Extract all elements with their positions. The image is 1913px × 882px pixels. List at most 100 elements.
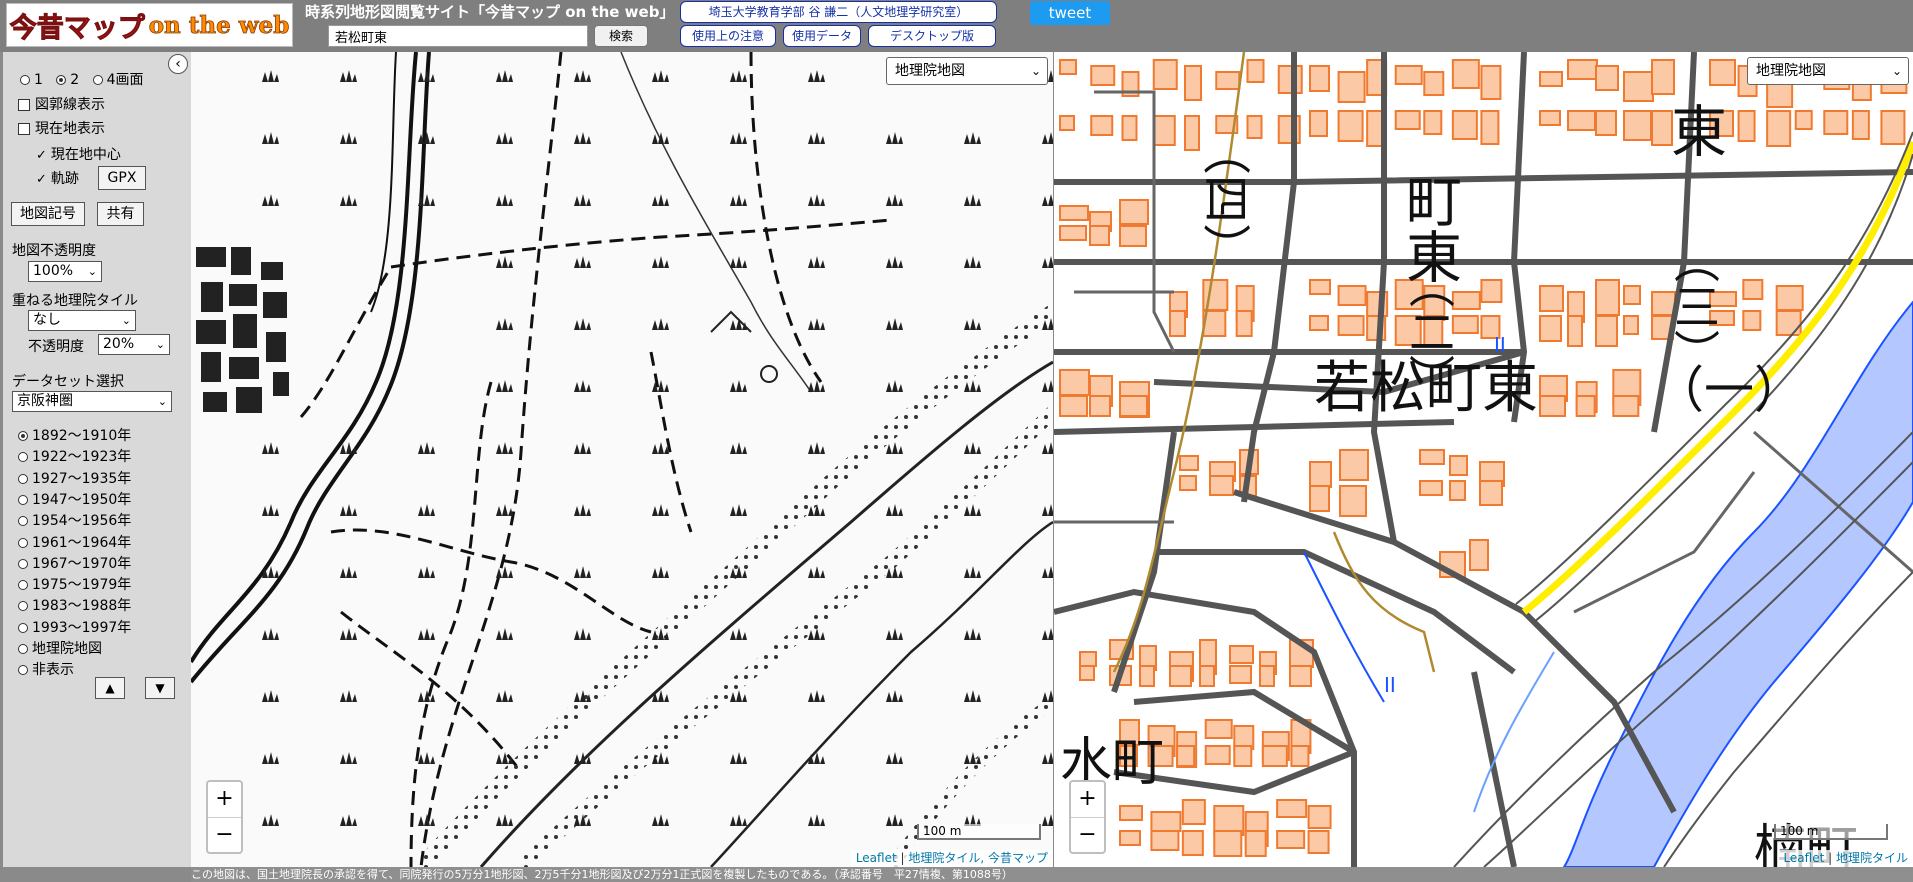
period-option[interactable]: 非表示: [18, 659, 74, 679]
field-tuft-icon: [652, 504, 669, 516]
location-center-toggle[interactable]: ✓ 現在地中心: [36, 144, 121, 164]
period-option[interactable]: 1922～1923年: [18, 446, 131, 466]
old-topographic-map[interactable]: [191, 52, 1053, 867]
building-shape: [1612, 395, 1640, 417]
screen-1-option[interactable]: 1: [20, 72, 43, 88]
show-grid-toggle[interactable]: 図郭線表示: [18, 94, 105, 114]
field-tuft-icon: [1042, 256, 1053, 268]
radio-icon: [18, 537, 28, 548]
field-tuft-icon: [262, 628, 279, 640]
building-shape: [1469, 539, 1489, 571]
field-tuft-icon: [886, 380, 903, 392]
period-label: 1993～1997年: [32, 619, 132, 636]
show-location-toggle[interactable]: 現在地表示: [18, 118, 105, 138]
building-shape: [1119, 395, 1148, 417]
field-tuft-icon: [808, 318, 825, 330]
field-tuft-icon: [496, 70, 513, 82]
period-option[interactable]: 1993～1997年: [18, 617, 131, 637]
dataset-label: データセット選択: [12, 374, 124, 390]
building-shape: [1651, 59, 1675, 95]
leaflet-link[interactable]: Leaflet: [856, 851, 897, 865]
period-option[interactable]: 1954～1956年: [18, 510, 131, 530]
building-shape: [1119, 225, 1147, 247]
tile-credit-link[interactable]: 地理院タイル: [1836, 851, 1908, 865]
overlay-tile-select[interactable]: なし ⌄: [28, 310, 136, 331]
field-tuft-icon: [886, 318, 903, 330]
building-shape: [1419, 480, 1443, 496]
desktop-version-button[interactable]: デスクトップ版: [868, 25, 996, 47]
building-shape: [1775, 310, 1802, 336]
radio-icon: [18, 644, 28, 654]
overlay-opacity-select[interactable]: 20% ⌄: [98, 334, 170, 355]
period-option[interactable]: 1947～1950年: [18, 489, 131, 509]
old-map-pane[interactable]: 地理院地図 ⌄ + − 100 m Leaflet | 地理院タイル, 今昔マップ: [191, 52, 1053, 867]
field-tuft-icon: [574, 256, 591, 268]
field-tuft-icon: [886, 504, 903, 516]
left-zoom-in-button[interactable]: +: [208, 782, 241, 818]
building-shape: [1179, 475, 1197, 491]
modern-map[interactable]: 若松町東 （四） 町東 （二） 東 （三） （一） 水町 楠町 II II: [1054, 52, 1913, 867]
right-zoom-in-button[interactable]: +: [1071, 782, 1104, 818]
radio-selected-icon: [56, 75, 67, 85]
period-label: 非表示: [32, 662, 74, 679]
screen-2-option[interactable]: 2: [56, 72, 79, 88]
period-option[interactable]: 地理院地図: [18, 638, 102, 658]
tweet-button[interactable]: tweet: [1030, 1, 1110, 25]
building-shape: [1775, 285, 1804, 311]
period-option[interactable]: 1892～1910年: [18, 425, 131, 445]
dataset-select[interactable]: 京阪神圏 ⌄: [12, 391, 172, 412]
move-up-button[interactable]: ▲: [95, 677, 125, 699]
period-label: 1983～1988年: [32, 598, 132, 615]
radio-icon: [18, 580, 28, 591]
right-zoom-out-button[interactable]: −: [1071, 818, 1104, 853]
building-shape: [1246, 59, 1265, 83]
building-shape: [1089, 225, 1110, 246]
right-layer-select[interactable]: 地理院地図 ⌄: [1747, 57, 1909, 85]
field-tuft-icon: [964, 442, 981, 454]
share-button[interactable]: 共有: [97, 202, 144, 226]
leaflet-link[interactable]: Leaflet: [1783, 851, 1824, 865]
period-option[interactable]: 1975～1979年: [18, 574, 131, 594]
field-tuft-icon: [496, 752, 513, 764]
track-toggle[interactable]: ✓ 軌跡: [36, 168, 79, 188]
radio-icon: [18, 601, 28, 612]
map-symbols-button[interactable]: 地図記号: [11, 202, 85, 226]
left-zoom-out-button[interactable]: −: [208, 818, 241, 853]
building-shape: [1449, 455, 1468, 476]
field-tuft-icon: [418, 132, 435, 144]
field-tuft-icon: [418, 442, 435, 454]
field-tuft-icon: [808, 380, 825, 392]
search-button[interactable]: 検索: [594, 25, 648, 47]
label-area-1: （一）: [1654, 361, 1804, 419]
period-option[interactable]: 1961～1964年: [18, 532, 131, 552]
credit-link[interactable]: 埼玉大学教育学部 谷 謙二（人文地理学研究室）: [680, 1, 997, 23]
building-shape: [1337, 315, 1365, 336]
field-tuft-icon: [964, 628, 981, 640]
field-tuft-icon: [574, 566, 591, 578]
period-option[interactable]: 1967～1970年: [18, 553, 131, 573]
opacity-select[interactable]: 100% ⌄: [28, 261, 102, 282]
building-shape: [1229, 645, 1254, 664]
left-layer-select[interactable]: 地理院地図 ⌄: [886, 57, 1048, 85]
field-symbols: [262, 70, 1053, 826]
tile-credit-link[interactable]: 地理院タイル, 今昔マップ: [908, 851, 1048, 865]
building-shape: [1479, 480, 1503, 506]
gpx-button[interactable]: GPX: [98, 166, 146, 190]
field-tuft-icon: [1042, 132, 1053, 144]
field-tuft-icon: [808, 752, 825, 764]
search-input[interactable]: [328, 25, 588, 47]
left-scale-bar: 100 m: [917, 824, 1041, 840]
screen-4-option[interactable]: 4画面: [92, 72, 143, 88]
field-tuft-icon: [730, 752, 747, 764]
modern-map-pane[interactable]: 若松町東 （四） 町東 （二） 東 （三） （一） 水町 楠町 II II 地理…: [1054, 52, 1913, 867]
collapse-sidebar-icon[interactable]: ‹: [168, 54, 188, 74]
site-logo[interactable]: 今昔マップ on the web: [6, 3, 293, 47]
usage-data-button[interactable]: 使用データ: [783, 25, 861, 47]
notes-button[interactable]: 使用上の注意: [680, 25, 776, 47]
period-label: 1927～1935年: [32, 470, 132, 487]
period-option[interactable]: 1927～1935年: [18, 468, 131, 488]
period-option[interactable]: 1983～1988年: [18, 595, 131, 615]
move-down-button[interactable]: ▼: [145, 677, 175, 699]
building-shape: [1766, 110, 1792, 147]
field-tuft-icon: [496, 442, 513, 454]
